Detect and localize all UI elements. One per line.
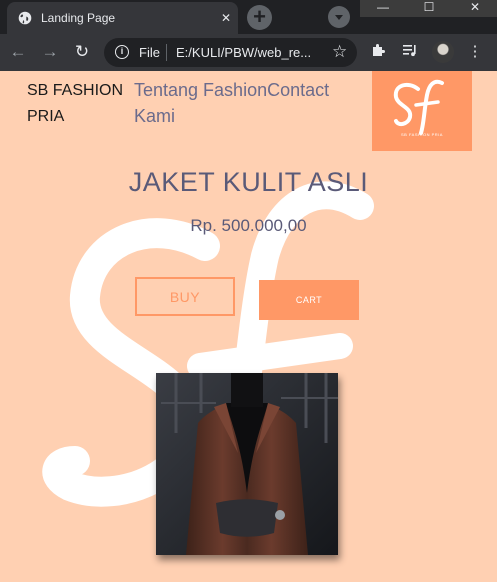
tab-title: Landing Page <box>41 11 116 25</box>
back-arrow-icon[interactable]: ← <box>8 42 28 62</box>
product-price: Rp. 500.000,00 <box>190 216 307 235</box>
maximize-button[interactable]: ☐ <box>406 0 452 17</box>
globe-icon <box>18 11 32 25</box>
reload-icon[interactable]: ↻ <box>72 42 92 62</box>
brand-name: SB FASHION PRIA <box>27 82 124 125</box>
new-tab-button[interactable]: + <box>247 5 272 30</box>
tab-landing-page[interactable]: Landing Page ✕ <box>7 2 238 34</box>
browser-toolbar: ← → ↻ i File E:/KULI/PBW/web_re... ☆ ⋮ <box>0 34 497 71</box>
close-window-button[interactable]: ✕ <box>452 0 497 17</box>
tab-strip: Landing Page ✕ + — ☐ ✕ <box>0 0 497 34</box>
url-scheme: File <box>139 45 160 60</box>
extensions-puzzle-icon[interactable] <box>368 42 388 62</box>
profile-avatar[interactable] <box>432 41 454 63</box>
product-title: JAKET KULIT ASLI <box>128 167 369 197</box>
url-text[interactable]: E:/KULI/PBW/web_re... <box>176 45 311 60</box>
media-queue-icon[interactable] <box>400 42 420 62</box>
close-tab-icon[interactable]: ✕ <box>218 10 234 26</box>
landing-page: SB FASHION PRIA Tentang FashionContact K… <box>0 71 497 582</box>
url-divider <box>166 44 167 61</box>
bookmark-star-icon[interactable]: ☆ <box>332 42 347 62</box>
address-bar[interactable]: i File E:/KULI/PBW/web_re... ☆ <box>104 38 357 67</box>
more-menu-icon[interactable]: ⋮ <box>465 42 485 62</box>
info-icon[interactable]: i <box>115 45 129 59</box>
cart-button[interactable]: CART <box>259 280 359 320</box>
nav-link-tentang-fashion[interactable]: Tentang Fashion <box>134 80 267 100</box>
brand-logo: SB FASHION PRIA <box>372 71 472 151</box>
forward-arrow-icon[interactable]: → <box>40 42 60 62</box>
minimize-button[interactable]: — <box>360 0 406 17</box>
sf-logo-icon <box>393 79 444 135</box>
product-image <box>156 373 338 555</box>
buy-button[interactable]: BUY <box>135 277 235 316</box>
main-nav: Tentang FashionContact Kami <box>134 77 366 129</box>
logo-caption: SB FASHION PRIA <box>401 132 443 137</box>
tab-search-button[interactable] <box>328 6 350 28</box>
